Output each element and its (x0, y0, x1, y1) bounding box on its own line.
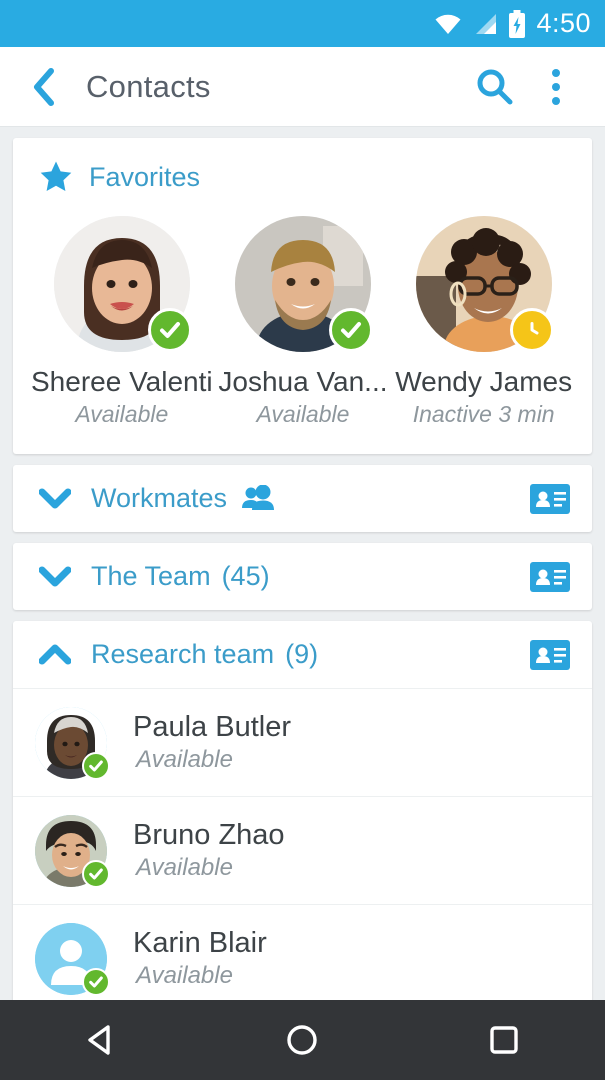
contact-list-item[interactable]: Karin Blair Available (13, 904, 592, 1000)
contact-name: Sheree Valenti (31, 366, 213, 397)
status-badge (509, 308, 554, 352)
group-card-research-team: Research team (9) Paula Butler Available… (13, 621, 592, 1000)
app-bar: Contacts (0, 47, 605, 127)
contact-status: Available (136, 962, 233, 989)
status-badge (147, 308, 192, 352)
contact-card-icon[interactable] (530, 639, 570, 670)
search-icon[interactable] (463, 67, 525, 107)
favorites-card: Favorites Sheree Valenti Available Joshu… (13, 138, 592, 454)
contact-card-icon[interactable] (530, 483, 570, 514)
contact-name: Joshua Van... (218, 366, 388, 397)
contact-list-item[interactable]: Paula Butler Available (13, 688, 592, 796)
group-header-workmates[interactable]: Workmates (13, 465, 592, 532)
favorites-title: Favorites (89, 161, 201, 192)
status-badge (82, 967, 110, 996)
contact-status: Available (136, 746, 233, 773)
recents-square-icon[interactable] (459, 1020, 549, 1060)
favorite-item[interactable]: Wendy James Inactive 3 min (393, 216, 574, 428)
cell-signal-icon (472, 12, 498, 36)
battery-charging-icon (508, 9, 526, 38)
contact-name: Wendy James (395, 366, 573, 397)
group-card-workmates: Workmates (13, 465, 592, 532)
group-label: Research team (91, 639, 275, 669)
avatar[interactable] (53, 216, 192, 352)
contact-status: Inactive 3 min (412, 401, 555, 427)
avatar[interactable] (234, 216, 373, 352)
star-icon (39, 160, 73, 194)
wifi-icon (434, 13, 462, 35)
chevron-down-icon[interactable] (39, 488, 77, 510)
contact-list-item[interactable]: Bruno Zhao Available (13, 796, 592, 904)
group-header-research-team[interactable]: Research team (9) (13, 621, 592, 688)
home-circle-icon[interactable] (257, 1020, 347, 1060)
contact-text: Bruno Zhao Available (133, 819, 285, 882)
contact-card-icon[interactable] (530, 561, 570, 592)
group-count: (45) (221, 561, 270, 591)
favorites-list: Sheree Valenti Available Joshua Van... A… (13, 194, 592, 454)
contact-text: Paula Butler Available (133, 711, 291, 774)
group-card-the-team: The Team (45) (13, 543, 592, 610)
page-title: Contacts (86, 68, 211, 104)
contact-name: Karin Blair (133, 927, 267, 959)
contact-name: Bruno Zhao (133, 819, 285, 851)
status-bar: 4:50 (0, 0, 605, 47)
group-count: (9) (285, 639, 319, 669)
contacts-scroll-area[interactable]: Favorites Sheree Valenti Available Joshu… (0, 127, 605, 1000)
avatar[interactable] (35, 922, 110, 996)
phone-screen: 4:50 Contacts Favorites Sheree Valenti A… (0, 0, 605, 1080)
favorite-item[interactable]: Sheree Valenti Available (31, 216, 213, 428)
avatar[interactable] (415, 216, 554, 352)
favorite-item[interactable]: Joshua Van... Available (213, 216, 394, 428)
group-header-the-team[interactable]: The Team (45) (13, 543, 592, 610)
chevron-up-icon[interactable] (39, 644, 77, 666)
contact-status: Available (75, 401, 169, 427)
contact-text: Karin Blair Available (133, 927, 267, 990)
status-badge (82, 751, 110, 780)
people-group-icon (241, 484, 275, 513)
avatar[interactable] (35, 814, 110, 888)
contact-status: Available (136, 854, 233, 881)
back-chevron-icon[interactable] (26, 67, 60, 107)
back-triangle-icon[interactable] (56, 1020, 146, 1060)
chevron-down-icon[interactable] (39, 566, 77, 588)
android-navigation-bar (0, 1000, 605, 1080)
status-badge (328, 308, 373, 352)
contact-status: Available (256, 401, 350, 427)
status-bar-clock: 4:50 (536, 8, 591, 38)
overflow-menu-icon[interactable] (525, 68, 587, 105)
status-badge (82, 859, 110, 888)
avatar[interactable] (35, 706, 110, 780)
favorites-header: Favorites (13, 138, 592, 194)
contact-name: Paula Butler (133, 711, 291, 743)
group-label: The Team (91, 561, 211, 591)
group-label: Workmates (91, 483, 228, 513)
